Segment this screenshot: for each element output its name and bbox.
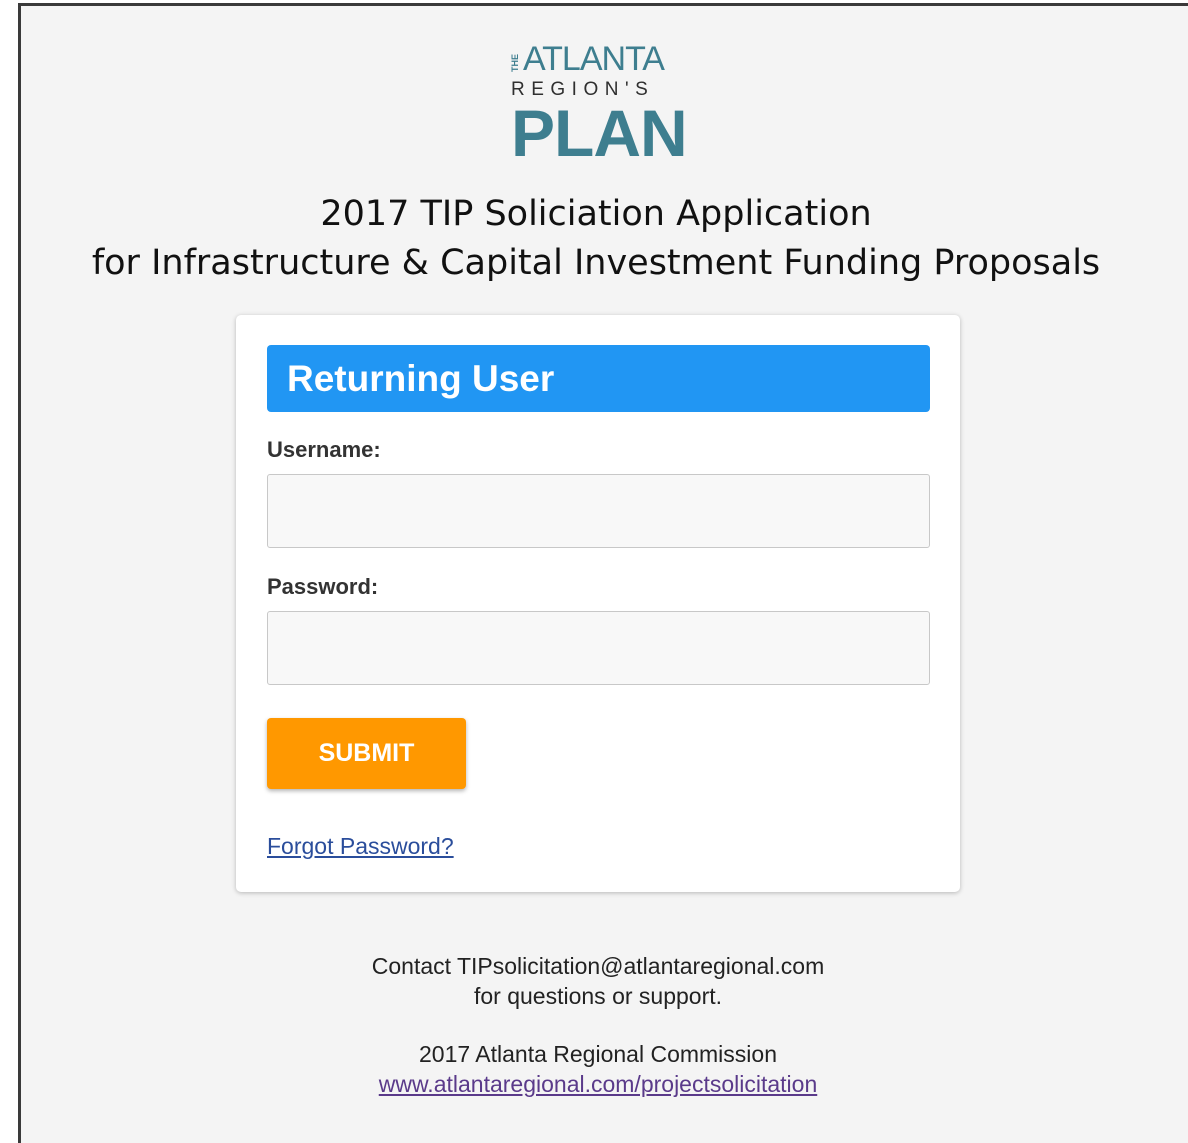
atlanta-regions-plan-logo: THE ATLANTA REGION'S PLAN xyxy=(510,40,691,170)
page-frame: THE ATLANTA REGION'S PLAN 2017 TIP Solic… xyxy=(18,3,1188,1143)
username-label: Username: xyxy=(267,437,381,462)
footer-org: 2017 Atlanta Regional Commission xyxy=(419,1041,777,1067)
logo-atlanta-text: ATLANTA xyxy=(523,40,665,78)
page-title-line-1: 2017 TIP Soliciation Application xyxy=(320,194,872,234)
forgot-password-link[interactable]: Forgot Password? xyxy=(267,833,454,860)
logo-the-text: THE xyxy=(510,54,520,72)
login-card: Returning User Username: Password: SUBMI… xyxy=(236,315,960,892)
submit-button[interactable]: SUBMIT xyxy=(267,718,466,789)
password-label: Password: xyxy=(267,574,379,599)
page-title-line-2: for Infrastructure & Capital Investment … xyxy=(91,243,1101,283)
logo-plan-text: PLAN xyxy=(511,96,688,170)
password-input[interactable] xyxy=(267,611,930,685)
footer-contact-line-2: for questions or support. xyxy=(473,983,723,1009)
footer-spacer xyxy=(21,1011,1175,1039)
footer: Contact TIPsolicitation@atlantaregional.… xyxy=(21,951,1175,1099)
page-title: 2017 TIP Soliciation Application for Inf… xyxy=(21,190,1171,288)
login-card-title: Returning User xyxy=(267,345,930,412)
footer-contact-line-1: Contact TIPsolicitation@atlantaregional.… xyxy=(371,953,825,979)
username-input[interactable] xyxy=(267,474,930,548)
footer-website-link[interactable]: www.atlantaregional.com/projectsolicitat… xyxy=(379,1071,818,1097)
